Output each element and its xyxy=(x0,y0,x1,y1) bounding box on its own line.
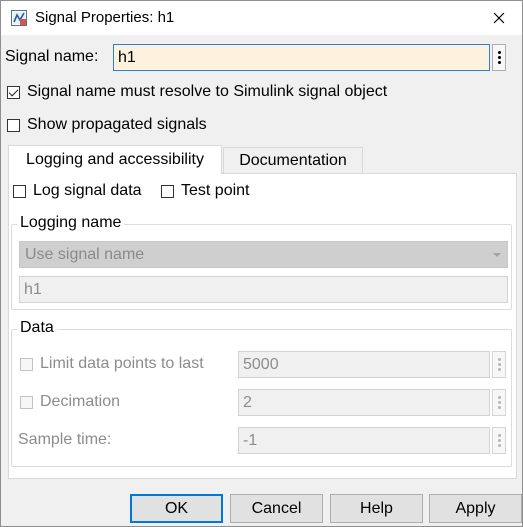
limit-data-points-value: 5000 xyxy=(243,355,279,373)
sample-time-menu-button[interactable] xyxy=(492,427,506,454)
logging-name-select[interactable]: Use signal name xyxy=(19,241,508,268)
kebab-dot-icon xyxy=(497,434,501,437)
ok-button[interactable]: OK xyxy=(130,494,223,523)
cancel-button[interactable]: Cancel xyxy=(230,494,323,523)
decimation-label: Decimation xyxy=(40,393,121,410)
data-group-title: Data xyxy=(17,319,57,337)
close-icon xyxy=(493,12,505,24)
help-button-label: Help xyxy=(360,499,393,517)
kebab-dot-icon xyxy=(497,396,501,399)
logging-name-selected-value: Use signal name xyxy=(25,245,145,263)
sample-time-label: Sample time: xyxy=(18,431,112,448)
kebab-dot-icon xyxy=(497,401,501,404)
decimation-value: 2 xyxy=(243,393,252,411)
decimation-checkbox[interactable] xyxy=(20,396,33,409)
tab-logging-and-accessibility[interactable]: Logging and accessibility xyxy=(8,145,222,174)
show-propagated-label: Show propagated signals xyxy=(27,116,207,133)
sample-time-input[interactable]: -1 xyxy=(238,427,490,454)
cancel-button-label: Cancel xyxy=(251,499,302,517)
window-title: Signal Properties: h1 xyxy=(35,9,175,26)
show-propagated-checkbox[interactable] xyxy=(7,119,20,132)
decimation-menu-button[interactable] xyxy=(492,389,506,416)
logging-name-group-title: Logging name xyxy=(17,214,125,232)
tab-label: Documentation xyxy=(239,151,347,169)
resolve-signal-checkbox[interactable] xyxy=(7,86,20,99)
close-button[interactable] xyxy=(476,1,522,35)
logging-name-value: h1 xyxy=(24,280,42,298)
decimation-input[interactable]: 2 xyxy=(238,389,490,416)
simulink-app-icon xyxy=(11,10,27,26)
sample-time-value: -1 xyxy=(243,431,258,449)
limit-data-points-label: Limit data points to last xyxy=(40,355,204,372)
test-point-checkbox[interactable] xyxy=(161,185,174,198)
tab-label: Logging and accessibility xyxy=(26,151,204,168)
kebab-dot-icon xyxy=(497,368,501,371)
kebab-dot-icon xyxy=(497,439,501,442)
help-button[interactable]: Help xyxy=(330,494,423,523)
kebab-dot-icon xyxy=(497,358,501,361)
kebab-dot-icon xyxy=(497,363,501,366)
tab-documentation[interactable]: Documentation xyxy=(223,147,363,173)
kebab-dot-icon xyxy=(497,406,501,409)
kebab-dot-icon xyxy=(497,51,501,54)
log-signal-data-checkbox[interactable] xyxy=(13,185,26,198)
title-bar[interactable]: Signal Properties: h1 xyxy=(1,1,522,35)
ok-button-label: OK xyxy=(164,499,189,517)
test-point-label: Test point xyxy=(181,182,250,199)
kebab-dot-icon xyxy=(497,56,501,59)
limit-data-points-menu-button[interactable] xyxy=(492,351,506,378)
dialog-window: Signal Properties: h1 Signal name: Signa… xyxy=(0,0,523,527)
limit-data-points-input[interactable]: 5000 xyxy=(238,351,490,378)
log-signal-data-label: Log signal data xyxy=(33,182,142,199)
chevron-down-icon xyxy=(493,253,501,257)
logging-name-input[interactable]: h1 xyxy=(19,276,508,303)
kebab-dot-icon xyxy=(497,444,501,447)
resolve-signal-label: Signal name must resolve to Simulink sig… xyxy=(27,83,388,100)
apply-button-label: Apply xyxy=(455,499,496,517)
signal-name-menu-button[interactable] xyxy=(492,44,506,71)
signal-name-input[interactable] xyxy=(113,44,490,71)
kebab-dot-icon xyxy=(497,61,501,64)
limit-data-points-checkbox[interactable] xyxy=(20,358,33,371)
tab-panel: Log signal data Test point Logging name … xyxy=(8,173,517,479)
apply-button[interactable]: Apply xyxy=(429,494,522,523)
signal-name-label: Signal name: xyxy=(5,48,99,65)
